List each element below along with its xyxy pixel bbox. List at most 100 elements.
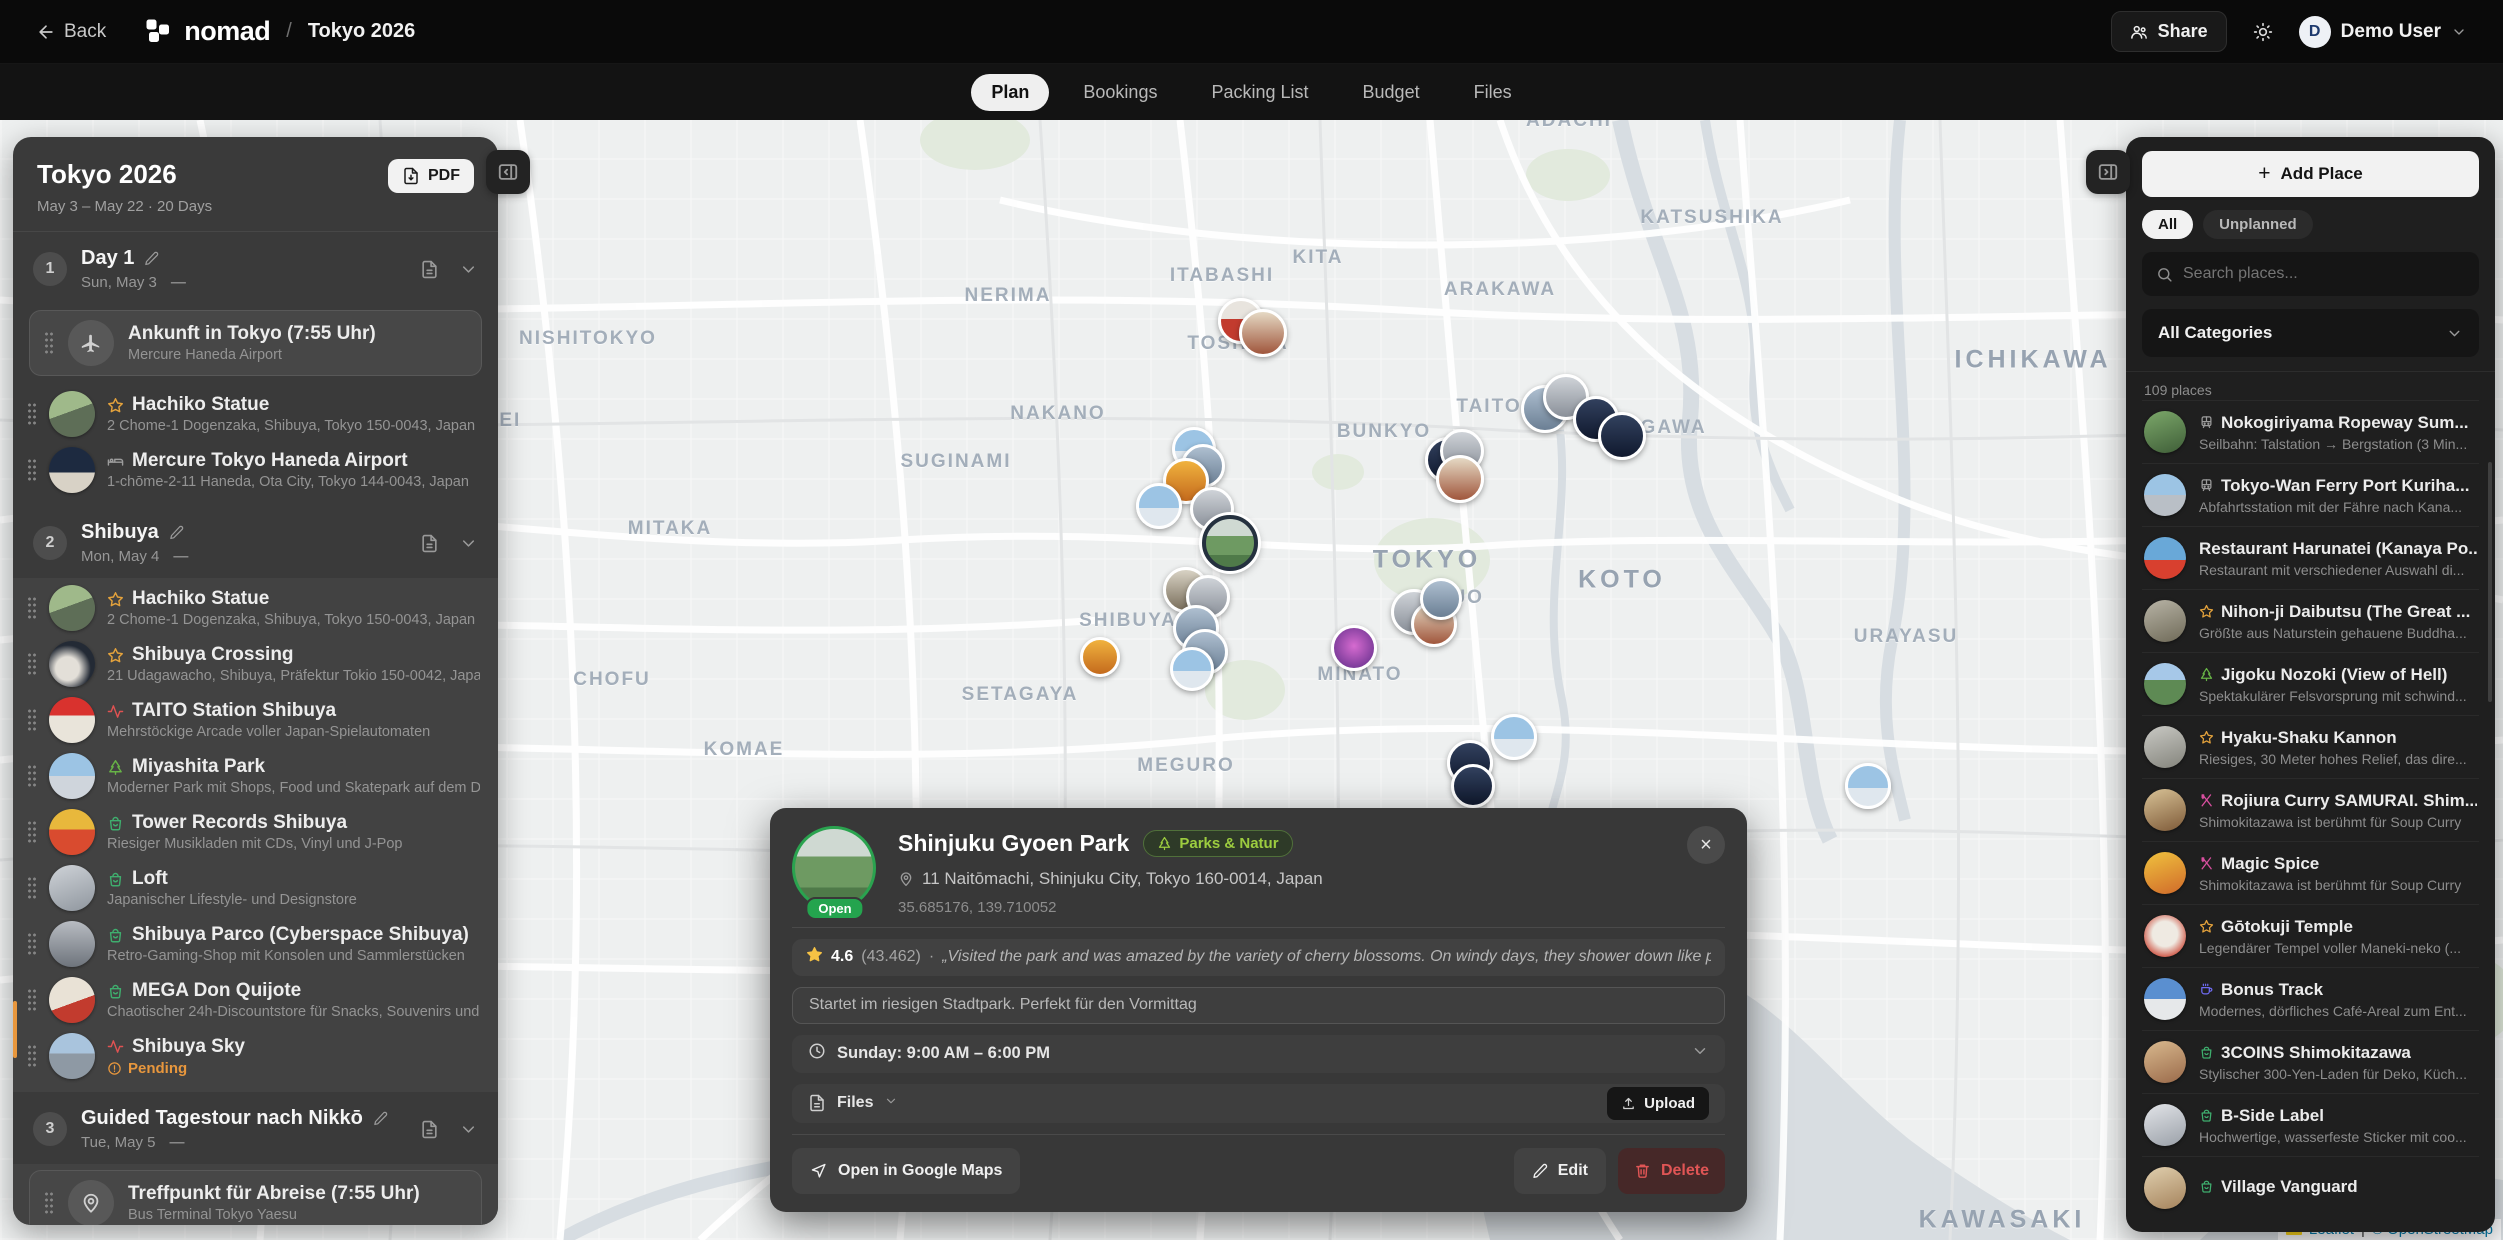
scrollbar-thumb[interactable] bbox=[2488, 462, 2492, 702]
drag-handle[interactable] bbox=[27, 932, 37, 956]
place-row[interactable]: Shibuya Parco (Cyberspace Shibuya) Retro… bbox=[13, 916, 498, 972]
map-marker-photo[interactable] bbox=[1136, 483, 1182, 529]
drag-handle[interactable] bbox=[27, 458, 37, 482]
place-list-item[interactable]: Rojiura Curry SAMURAI. Shim... Shimokita… bbox=[2142, 778, 2479, 841]
place-list-item[interactable]: B-Side Label Hochwertige, wasserfeste St… bbox=[2142, 1093, 2479, 1156]
back-button[interactable]: Back bbox=[36, 21, 106, 43]
open-google-maps-button[interactable]: Open in Google Maps bbox=[792, 1148, 1020, 1194]
rating-review-bar[interactable]: 4.6 (43.462) · „Visited the park and was… bbox=[792, 939, 1725, 976]
drag-handle[interactable] bbox=[27, 708, 37, 732]
collapse-right-panel-button[interactable] bbox=[2086, 150, 2130, 194]
category-badge[interactable]: Parks & Natur bbox=[1143, 830, 1292, 857]
chevron-down-icon[interactable] bbox=[459, 1120, 478, 1139]
event-card-arrival[interactable]: Ankunft in Tokyo (7:55 Uhr) Mercure Hane… bbox=[29, 310, 482, 376]
map-marker-photo[interactable] bbox=[1451, 764, 1495, 808]
place-subtitle: Spektakulärer Felsvorsprung mit schwind.… bbox=[2199, 688, 2467, 704]
tab-packing-list[interactable]: Packing List bbox=[1191, 74, 1328, 111]
share-button[interactable]: Share bbox=[2111, 11, 2227, 52]
map-marker-selected-shinjuku-gyoen[interactable] bbox=[1202, 515, 1258, 571]
tab-files[interactable]: Files bbox=[1454, 74, 1532, 111]
place-list-item[interactable]: Magic Spice Shimokitazawa ist berühmt fü… bbox=[2142, 841, 2479, 904]
filter-unplanned[interactable]: Unplanned bbox=[2203, 210, 2313, 239]
drag-handle[interactable] bbox=[27, 876, 37, 900]
pencil-icon[interactable] bbox=[373, 1111, 388, 1126]
map-marker-photo[interactable] bbox=[1170, 647, 1214, 691]
place-list-item[interactable]: Jigoku Nozoki (View of Hell) Spektakulär… bbox=[2142, 652, 2479, 715]
add-place-button[interactable]: + Add Place bbox=[2142, 151, 2479, 197]
chevron-down-icon[interactable] bbox=[459, 260, 478, 279]
delete-button[interactable]: Delete bbox=[1618, 1148, 1725, 1194]
breadcrumb-trip-title[interactable]: Tokyo 2026 bbox=[308, 20, 415, 43]
drag-handle[interactable] bbox=[27, 988, 37, 1012]
day-1-header[interactable]: 1 Day 1 Sun, May 3 — bbox=[13, 232, 498, 304]
pencil-icon[interactable] bbox=[144, 251, 159, 266]
day-notes-icon[interactable] bbox=[420, 1120, 439, 1139]
pencil-icon[interactable] bbox=[169, 525, 184, 540]
tab-plan[interactable]: Plan bbox=[971, 74, 1049, 111]
edit-button[interactable]: Edit bbox=[1514, 1148, 1606, 1194]
place-row-shibuya-sky[interactable]: Shibuya Sky Pending bbox=[13, 1028, 498, 1084]
day-3-header[interactable]: 3 Guided Tagestour nach Nikkō Tue, May 5… bbox=[13, 1092, 498, 1164]
day-notes-icon[interactable] bbox=[420, 260, 439, 279]
place-row[interactable]: Hachiko Statue 2 Chome-1 Dogenzaka, Shib… bbox=[13, 580, 498, 636]
tab-budget[interactable]: Budget bbox=[1343, 74, 1440, 111]
drag-handle[interactable] bbox=[27, 402, 37, 426]
theme-toggle-button[interactable] bbox=[2253, 22, 2273, 42]
search-input[interactable] bbox=[2183, 265, 2465, 283]
place-list-item[interactable]: Village Vanguard bbox=[2142, 1156, 2479, 1219]
map-marker-photo[interactable] bbox=[1080, 637, 1120, 677]
map-marker-photo[interactable] bbox=[1239, 309, 1287, 357]
itinerary-scroll-area[interactable]: 1 Day 1 Sun, May 3 — An bbox=[13, 232, 498, 1225]
drag-handle[interactable] bbox=[44, 1191, 54, 1215]
place-row[interactable]: Tower Records Shibuya Riesiger Musiklade… bbox=[13, 804, 498, 860]
categories-dropdown[interactable]: All Categories bbox=[2142, 309, 2479, 357]
map-marker-photo[interactable] bbox=[1845, 763, 1891, 809]
collapse-left-panel-button[interactable] bbox=[486, 150, 530, 194]
place-list-item[interactable]: Nokogiriyama Ropeway Sum... Seilbahn: Ta… bbox=[2142, 400, 2479, 463]
upload-button[interactable]: Upload bbox=[1607, 1087, 1709, 1120]
map-marker-photo[interactable] bbox=[1436, 455, 1484, 503]
place-row[interactable]: Loft Japanischer Lifestyle- und Designst… bbox=[13, 860, 498, 916]
place-row[interactable]: TAITO Station Shibuya Mehrstöckige Arcad… bbox=[13, 692, 498, 748]
day-date-dash: — bbox=[171, 274, 186, 291]
close-button[interactable]: × bbox=[1687, 826, 1725, 864]
day-notes-icon[interactable] bbox=[420, 534, 439, 553]
filter-all[interactable]: All bbox=[2142, 210, 2193, 239]
drag-handle[interactable] bbox=[44, 331, 54, 355]
search-places-box[interactable] bbox=[2142, 252, 2479, 296]
place-list-item[interactable]: Gōtokuji Temple Legendärer Tempel voller… bbox=[2142, 904, 2479, 967]
drag-handle[interactable] bbox=[27, 596, 37, 620]
place-address: 11 Naitōmachi, Shinjuku City, Tokyo 160-… bbox=[922, 869, 1323, 889]
brand-logo[interactable]: nomad bbox=[144, 16, 270, 47]
place-row[interactable]: Mercure Tokyo Haneda Airport 1-chōme-2-1… bbox=[13, 442, 498, 498]
day-2-header[interactable]: 2 Shibuya Mon, May 4 — bbox=[13, 506, 498, 578]
place-row[interactable]: Miyashita Park Moderner Park mit Shops, … bbox=[13, 748, 498, 804]
map-marker-photo[interactable] bbox=[1598, 412, 1646, 460]
close-icon: × bbox=[1700, 834, 1712, 857]
place-list-item[interactable]: Bonus Track Modernes, dörfliches Café-Ar… bbox=[2142, 967, 2479, 1030]
map-marker-photo[interactable] bbox=[1331, 625, 1377, 671]
map-marker-photo[interactable] bbox=[1491, 714, 1537, 760]
drag-handle[interactable] bbox=[27, 652, 37, 676]
export-pdf-button[interactable]: PDF bbox=[388, 159, 474, 193]
place-row[interactable]: Hachiko Statue 2 Chome-1 Dogenzaka, Shib… bbox=[13, 386, 498, 442]
place-subtitle: Riesiger Musikladen mit CDs, Vinyl und J… bbox=[107, 836, 403, 852]
place-list-item[interactable]: Hyaku-Shaku Kannon Riesiges, 30 Meter ho… bbox=[2142, 715, 2479, 778]
place-row[interactable]: MEGA Don Quijote Chaotischer 24h-Discoun… bbox=[13, 972, 498, 1028]
place-row[interactable]: Shibuya Crossing 21 Udagawacho, Shibuya,… bbox=[13, 636, 498, 692]
opening-hours-row[interactable]: Sunday: 9:00 AM – 6:00 PM bbox=[792, 1035, 1725, 1073]
chevron-down-icon[interactable] bbox=[459, 534, 478, 553]
user-menu[interactable]: D Demo User bbox=[2299, 16, 2467, 48]
place-list-item[interactable]: Tokyo-Wan Ferry Port Kuriha... Abfahrtss… bbox=[2142, 463, 2479, 526]
place-list-item[interactable]: 3COINS Shimokitazawa Stylischer 300-Yen-… bbox=[2142, 1030, 2479, 1093]
place-list-item[interactable]: Nihon-ji Daibutsu (The Great ... Größte … bbox=[2142, 589, 2479, 652]
map-marker-photo[interactable] bbox=[1420, 578, 1462, 620]
drag-handle[interactable] bbox=[27, 1044, 37, 1068]
drag-handle[interactable] bbox=[27, 764, 37, 788]
note-input[interactable] bbox=[792, 987, 1725, 1024]
place-list-item[interactable]: Restaurant Harunatei (Kanaya Po... Resta… bbox=[2142, 526, 2479, 589]
event-card-meeting-point[interactable]: Treffpunkt für Abreise (7:55 Uhr) Bus Te… bbox=[29, 1170, 482, 1225]
drag-handle[interactable] bbox=[27, 820, 37, 844]
files-row[interactable]: Files Upload bbox=[792, 1084, 1725, 1123]
tab-bookings[interactable]: Bookings bbox=[1063, 74, 1177, 111]
